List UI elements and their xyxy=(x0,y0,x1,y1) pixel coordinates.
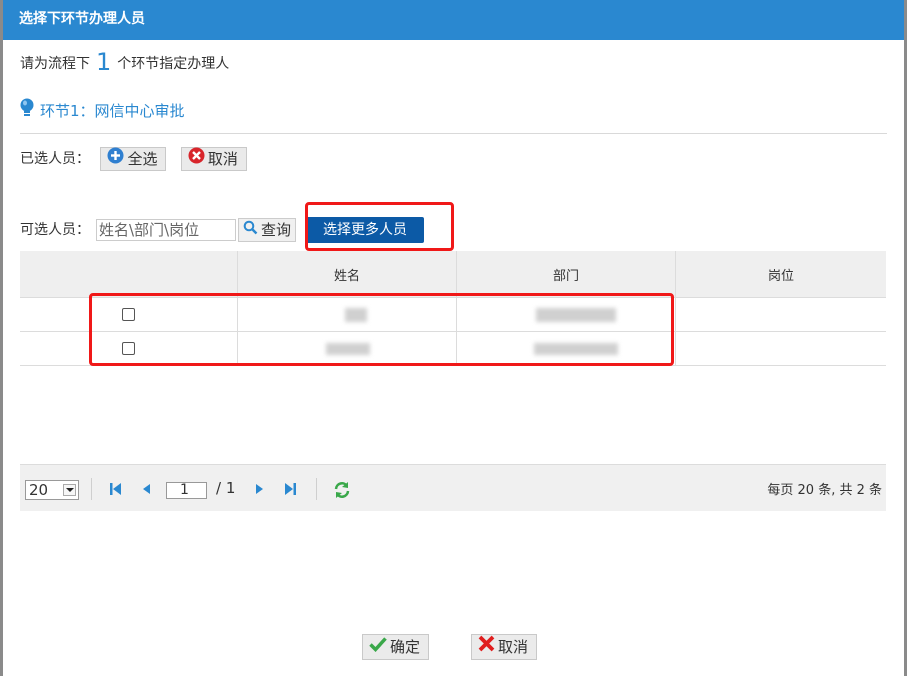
row-checkbox-cell[interactable] xyxy=(20,297,238,332)
department-cell xyxy=(456,297,676,332)
table-row[interactable] xyxy=(20,331,886,366)
column-header-checkbox xyxy=(20,251,238,298)
close-icon xyxy=(478,635,495,659)
dialog: 选择下环节办理人员 请为流程下 1 个环节指定办理人 环节1：网信中心审批 已选人员… xyxy=(3,0,904,676)
pager-separator xyxy=(91,478,92,500)
next-page-icon[interactable] xyxy=(255,482,265,500)
node-title: 环节1：网信中心审批 xyxy=(20,98,185,122)
cancel-button[interactable]: 取消 xyxy=(471,634,538,660)
previous-page-icon[interactable] xyxy=(141,482,151,500)
x-circle-icon xyxy=(188,147,205,170)
redacted-name xyxy=(326,342,370,355)
people-table: 姓名 部门 岗位 xyxy=(20,251,886,366)
lightbulb-icon xyxy=(20,98,34,125)
selected-people-row: 已选人员： 全选 取消 xyxy=(20,146,247,172)
query-button[interactable]: 查询 xyxy=(238,218,297,242)
node-count: 1 xyxy=(96,48,112,76)
dialog-title: 选择下环节办理人员 xyxy=(3,0,904,40)
select-more-people-button[interactable]: 选择更多人员 xyxy=(306,217,425,243)
divider xyxy=(20,133,887,134)
confirm-label: 确定 xyxy=(390,638,421,656)
row-checkbox[interactable] xyxy=(122,308,135,321)
redacted-department xyxy=(536,307,616,322)
select-all-button[interactable]: 全选 xyxy=(100,147,167,171)
redacted-name xyxy=(345,307,367,322)
confirm-button[interactable]: 确定 xyxy=(362,634,430,660)
total-pages: / 1 xyxy=(216,479,236,497)
position-cell xyxy=(675,297,886,332)
search-input[interactable]: 姓名\部门\岗位 xyxy=(96,219,236,241)
row-checkbox-cell[interactable] xyxy=(20,331,238,366)
available-label: 可选人员： xyxy=(20,222,90,238)
pager-separator xyxy=(316,478,317,500)
cancel-selection-button[interactable]: 取消 xyxy=(180,147,247,171)
column-header-department[interactable]: 部门 xyxy=(456,251,676,298)
last-page-icon[interactable] xyxy=(284,482,297,500)
page-size-value: 20 xyxy=(29,481,49,499)
search-icon xyxy=(243,219,258,241)
first-page-icon[interactable] xyxy=(109,482,122,500)
instruction-text: 请为流程下 1 个环节指定办理人 xyxy=(20,48,229,76)
plus-circle-icon xyxy=(107,147,124,170)
table-row[interactable] xyxy=(20,297,886,332)
pagination-bar: 20 1 / 1 每页 20 条, 共 2 条 xyxy=(20,464,886,511)
selected-label: 已选人员： xyxy=(20,151,90,167)
cancel-selection-label: 取消 xyxy=(207,150,238,168)
column-header-position[interactable]: 岗位 xyxy=(675,251,886,298)
available-people-row: 可选人员： 姓名\部门\岗位 查询 选择更多人员 xyxy=(20,216,425,244)
name-cell xyxy=(237,297,457,332)
department-cell xyxy=(456,331,676,366)
position-cell xyxy=(675,331,886,366)
refresh-icon[interactable] xyxy=(333,481,351,503)
chevron-down-icon[interactable] xyxy=(63,484,76,496)
column-header-name[interactable]: 姓名 xyxy=(237,251,457,298)
table-header-row: 姓名 部门 岗位 xyxy=(20,251,886,298)
node-label: 环节1：网信中心审批 xyxy=(40,102,185,120)
checkmark-icon xyxy=(369,635,387,659)
instruction-suffix: 个环节指定办理人 xyxy=(117,56,230,72)
page-size-select[interactable]: 20 xyxy=(25,480,79,500)
cancel-label: 取消 xyxy=(498,638,529,656)
name-cell xyxy=(237,331,457,366)
current-page-input[interactable]: 1 xyxy=(166,482,207,499)
row-checkbox[interactable] xyxy=(122,342,135,355)
query-label: 查询 xyxy=(261,221,292,239)
select-all-label: 全选 xyxy=(127,150,158,168)
instruction-prefix: 请为流程下 xyxy=(20,56,90,72)
pager-info: 每页 20 条, 共 2 条 xyxy=(767,483,882,498)
redacted-department xyxy=(534,342,618,355)
